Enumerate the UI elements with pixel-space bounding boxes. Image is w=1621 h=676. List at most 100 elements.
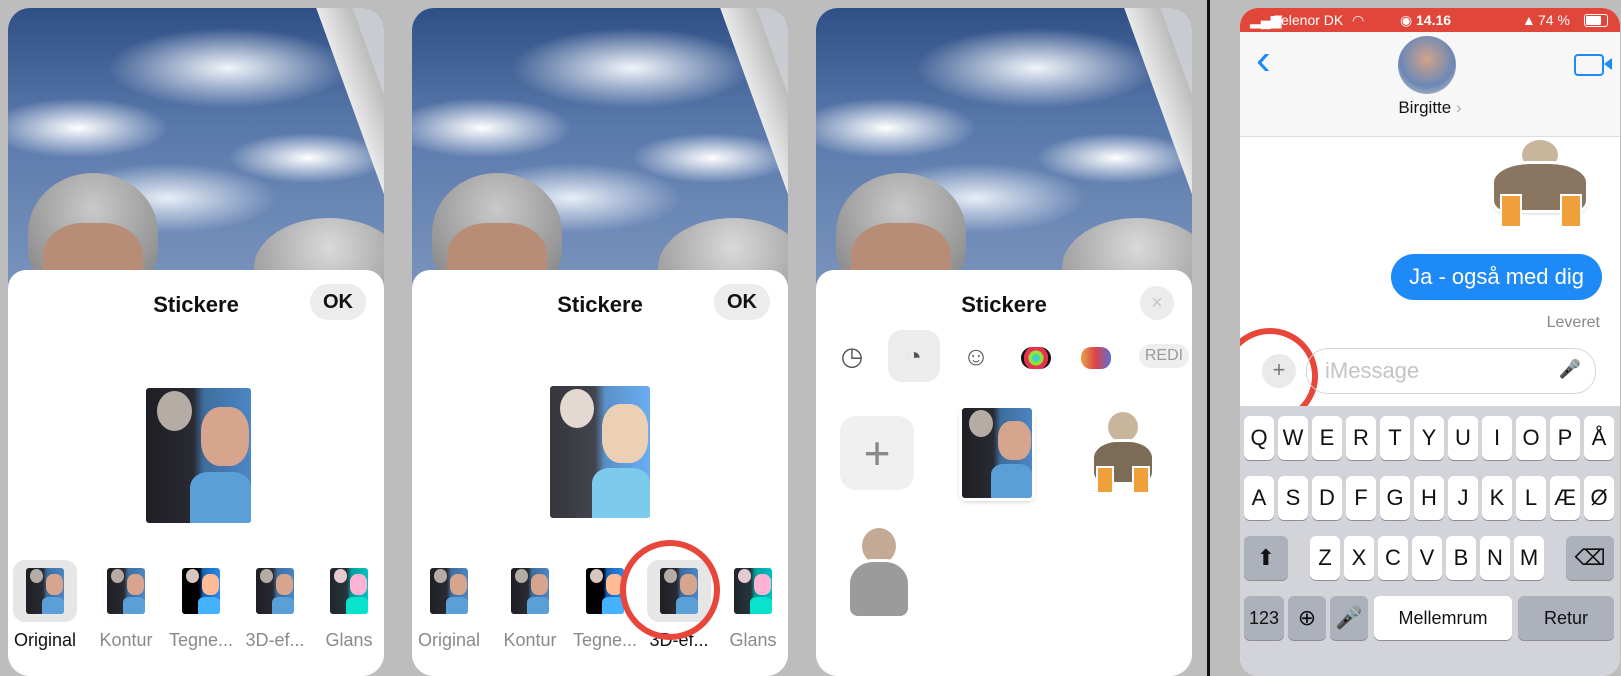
key-f[interactable]: F [1346, 476, 1376, 520]
key-s[interactable]: S [1278, 476, 1308, 520]
chevron-right-icon: › [1455, 98, 1462, 117]
conversation-header: ‹ Birgitte › [1240, 32, 1620, 137]
microphone-icon[interactable]: 🎤 [1559, 359, 1581, 380]
sticker-message[interactable] [1486, 140, 1594, 230]
key-k[interactable]: K [1482, 476, 1512, 520]
tab-extra[interactable]: REDI [1132, 330, 1192, 382]
effect-glans[interactable]: Glans [716, 560, 788, 651]
effect-thumbnail [94, 560, 158, 622]
key-q[interactable]: Q [1244, 416, 1274, 460]
sticker-preview-3d [550, 386, 655, 521]
key-oe[interactable]: Ø [1584, 476, 1614, 520]
key-p[interactable]: P [1550, 416, 1580, 460]
effect-label: Glans [729, 630, 777, 650]
effect-label: Original [13, 630, 77, 650]
key-v[interactable]: V [1412, 536, 1442, 580]
backspace-key[interactable]: ⌫ [1566, 536, 1614, 580]
key-y[interactable]: Y [1414, 416, 1444, 460]
space-key[interactable]: Mellemrum [1374, 596, 1512, 640]
video-call-icon[interactable] [1574, 54, 1612, 76]
close-button[interactable]: × [1140, 286, 1174, 320]
ok-button[interactable]: OK [714, 284, 770, 320]
effect-glans[interactable]: Glans [312, 560, 384, 651]
sticker-woman-drinks[interactable] [1088, 412, 1158, 498]
sticker-panel-2: Stickere OK Original Kontur Tegne... 3D-… [412, 8, 788, 676]
message-input[interactable]: iMessage 🎤 [1306, 348, 1596, 394]
key-u[interactable]: U [1448, 416, 1478, 460]
photo-background [412, 8, 788, 318]
stickers-sheet: Stickere × ◷ ◔ ☺ REDI + [816, 270, 1192, 676]
back-button[interactable]: ‹ [1256, 38, 1271, 82]
effect-original[interactable]: Original [412, 560, 486, 651]
avatar[interactable] [1398, 36, 1456, 94]
effect-label: Tegne... [168, 630, 234, 650]
effect-tegne[interactable]: Tegne... [164, 560, 238, 651]
key-e[interactable]: E [1312, 416, 1342, 460]
divider [1207, 0, 1210, 676]
effect-thumbnail [13, 560, 77, 622]
globe-icon[interactable]: ⊕ [1288, 596, 1326, 640]
sticker-panel-3: Stickere × ◷ ◔ ☺ REDI + [816, 8, 1192, 676]
key-a[interactable]: A [1244, 476, 1274, 520]
key-m[interactable]: M [1514, 536, 1544, 580]
contact-name-row[interactable]: Birgitte › [1240, 98, 1620, 118]
key-aa[interactable]: Å [1584, 416, 1614, 460]
effect-kontur[interactable]: Kontur [493, 560, 567, 651]
key-b[interactable]: B [1446, 536, 1476, 580]
add-sticker-button[interactable]: + [840, 416, 914, 490]
key-r[interactable]: R [1346, 416, 1376, 460]
numbers-key[interactable]: 123 [1244, 596, 1284, 640]
photo-background [816, 8, 1192, 318]
effect-thumbnail [243, 560, 307, 622]
effect-label: Glans [325, 630, 373, 650]
key-g[interactable]: G [1380, 476, 1410, 520]
ok-button[interactable]: OK [310, 284, 366, 320]
shift-key[interactable]: ⬆ [1244, 536, 1288, 580]
key-w[interactable]: W [1278, 416, 1308, 460]
carrier: Telenor DK [1274, 12, 1344, 28]
effects-row: Original Kontur Tegne... 3D-ef... Glans [8, 560, 384, 670]
key-l[interactable]: L [1516, 476, 1546, 520]
effect-thumbnail [317, 560, 381, 622]
effect-thumbnail [417, 560, 481, 622]
stickers-icon[interactable]: ◔ [888, 330, 940, 382]
effect-thumbnail [498, 560, 562, 622]
sticker-boy[interactable] [846, 528, 912, 618]
memoji-icon[interactable] [1070, 330, 1122, 382]
key-x[interactable]: X [1344, 536, 1374, 580]
key-i[interactable]: I [1482, 416, 1512, 460]
person-icon: ▲ [1522, 12, 1536, 28]
key-d[interactable]: D [1312, 476, 1342, 520]
key-o[interactable]: O [1516, 416, 1546, 460]
keyboard: Q W E R T Y U I O P Å A S D F G H J K L … [1240, 406, 1620, 676]
battery-percent: 74 % [1538, 12, 1570, 28]
photo-background [8, 8, 384, 318]
highlight-circle [620, 540, 720, 640]
contact-name: Birgitte [1398, 98, 1452, 117]
effect-original[interactable]: Original [8, 560, 82, 651]
return-key[interactable]: Retur [1518, 596, 1614, 640]
effect-label: Kontur [503, 630, 557, 650]
emoji-icon[interactable]: ☺ [950, 330, 1002, 382]
key-j[interactable]: J [1448, 476, 1478, 520]
time: 14.16 [1416, 12, 1452, 28]
sheet-title: Stickere [961, 292, 1047, 317]
key-t[interactable]: T [1380, 416, 1410, 460]
effect-3d[interactable]: 3D-ef... [238, 560, 312, 651]
sticker-couple[interactable] [962, 408, 1032, 498]
key-z[interactable]: Z [1310, 536, 1340, 580]
effect-label: Original [417, 630, 481, 650]
key-h[interactable]: H [1414, 476, 1444, 520]
message-bubble[interactable]: Ja - også med dig [1391, 254, 1602, 300]
message-placeholder: iMessage [1325, 358, 1420, 383]
status-bar: ▂▄▆ Telenor DK ◠ ◉ 14.16 ▲ 74 % [1240, 8, 1620, 32]
effect-label: 3D-ef... [245, 630, 305, 650]
dictation-icon[interactable]: 🎤 [1330, 596, 1368, 640]
key-ae[interactable]: Æ [1550, 476, 1580, 520]
key-c[interactable]: C [1378, 536, 1408, 580]
recents-icon[interactable]: ◷ [826, 330, 878, 382]
key-n[interactable]: N [1480, 536, 1510, 580]
effect-kontur[interactable]: Kontur [89, 560, 163, 651]
wifi-icon: ◠ [1352, 12, 1365, 28]
activity-rings-icon[interactable] [1010, 330, 1062, 382]
